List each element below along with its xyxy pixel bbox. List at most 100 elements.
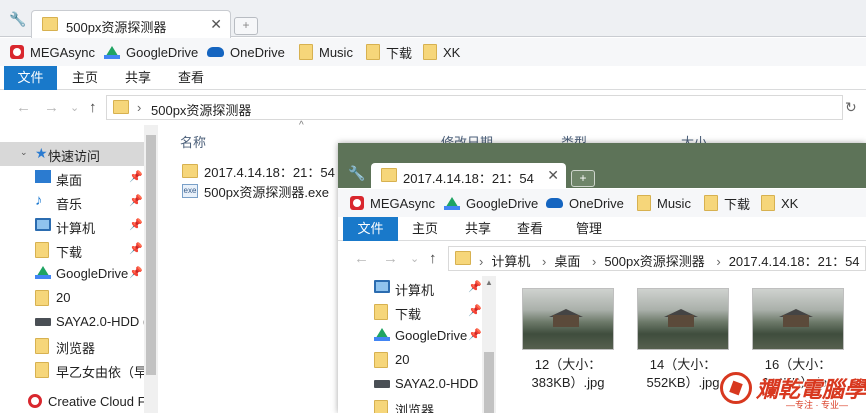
chevron-down-icon[interactable]: ⌄ (70, 101, 79, 114)
watermark-slogan: —专注 · 专业— (786, 400, 848, 410)
image-thumbnail[interactable]: 14（大小： 552KB）.jpg (637, 288, 729, 392)
folder-icon (113, 100, 129, 114)
sidebar-scrollbar[interactable]: ▲ (482, 276, 496, 413)
tab-share[interactable]: 共享 (113, 66, 163, 90)
sidebar-scrollbar[interactable] (144, 125, 158, 413)
bookmark-downloads[interactable]: 下载 (704, 194, 750, 212)
wrench-icon[interactable]: 🔧 (9, 11, 26, 27)
new-tab-button[interactable]: + (234, 17, 258, 35)
new-tab-button[interactable]: + (571, 170, 595, 187)
chevron-down-icon[interactable]: ⌄ (410, 252, 419, 265)
wrench-icon[interactable]: 🔧 (348, 165, 365, 182)
sidebar-item-downloads[interactable]: 下载 📌 (0, 238, 144, 262)
breadcrumb-item[interactable]: 2017.4.14.18：21：54 (729, 254, 860, 269)
forward-arrow-icon[interactable]: → (44, 99, 59, 116)
close-icon[interactable]: ✕ (210, 16, 222, 33)
bookmark-onedrive[interactable]: OneDrive (207, 43, 285, 61)
tab-home[interactable]: 主页 (60, 66, 110, 90)
sidebar-item-20[interactable]: 20 (0, 286, 144, 310)
pin-icon[interactable]: 📌 (129, 194, 143, 207)
pin-icon[interactable]: 📌 (129, 218, 143, 231)
bookmark-downloads[interactable]: 下载 (366, 43, 412, 61)
sidebar-item-googledrive[interactable]: GoogleDrive 📌 (338, 324, 482, 348)
sidebar-item-computer[interactable]: 计算机 📌 (338, 276, 482, 300)
breadcrumb-separator: › (716, 254, 721, 269)
up-arrow-icon[interactable]: ↑ (89, 99, 97, 116)
google-drive-icon (444, 196, 460, 210)
back-arrow-icon[interactable]: ← (354, 250, 369, 267)
sidebar-item-computer[interactable]: 计算机 📌 (0, 214, 144, 238)
tab-home[interactable]: 主页 (400, 217, 450, 241)
pin-icon[interactable]: 📌 (468, 328, 482, 341)
chevron-down-icon[interactable]: ⌄ (20, 147, 28, 158)
mega-icon (350, 196, 364, 210)
scrollbar-thumb[interactable] (484, 352, 494, 413)
bookmark-onedrive[interactable]: OneDrive (546, 194, 624, 212)
sidebar-item-quick-access[interactable]: ⌄ ★ 快速访问 (0, 142, 144, 166)
scrollbar-thumb[interactable] (146, 135, 156, 375)
sidebar-item-label: GoogleDrive (395, 328, 468, 343)
up-arrow-icon[interactable]: ↑ (429, 250, 437, 267)
column-header-name[interactable]: 名称 (180, 132, 206, 151)
sidebar-item-saya-hdd[interactable]: SAYA2.0-HDD ( (338, 372, 482, 396)
address-bar[interactable]: › 500px资源探测器 (106, 95, 843, 120)
scroll-up-icon[interactable]: ▲ (485, 278, 493, 287)
pin-icon[interactable]: 📌 (129, 242, 143, 255)
sidebar-item-browser[interactable]: 浏览器 (0, 334, 144, 358)
bookmark-megasync[interactable]: MEGAsync (10, 43, 95, 61)
sidebar-item-label: 快速访问 (48, 149, 101, 164)
tab-view[interactable]: 查看 (505, 217, 555, 241)
bookmark-music[interactable]: Music (299, 43, 353, 61)
bookmark-label: Music (657, 195, 691, 211)
tab-file[interactable]: 文件 (4, 66, 57, 90)
tab-manage[interactable]: 管理 (564, 217, 614, 241)
breadcrumb-item[interactable]: 500px资源探测器 (604, 254, 704, 269)
tab-active[interactable]: 500px资源探测器 ✕ (31, 10, 231, 38)
tab-active[interactable]: 2017.4.14.18：21：54 ✕ (371, 163, 566, 189)
close-icon[interactable]: ✕ (547, 167, 559, 184)
file-row[interactable]: exe 500px资源探测器.exe (182, 181, 329, 201)
pin-icon[interactable]: 📌 (129, 170, 143, 183)
bookmark-xk[interactable]: XK (761, 194, 798, 212)
sidebar-item-music[interactable]: ♪ 音乐 📌 (0, 190, 144, 214)
image-thumbnail[interactable]: 12（大小： 383KB）.jpg (522, 288, 614, 392)
file-name: 2017.4.14.18：21：54 (204, 164, 335, 180)
pin-icon[interactable]: 📌 (468, 280, 482, 293)
breadcrumb-separator: › (591, 254, 597, 269)
pin-icon[interactable]: 📌 (129, 266, 143, 279)
pin-icon[interactable]: 📌 (468, 304, 482, 317)
tab-view[interactable]: 查看 (166, 66, 216, 90)
sidebar-item-googledrive[interactable]: GoogleDrive 📌 (0, 262, 144, 286)
music-icon: ♪ (35, 192, 43, 209)
tab-share[interactable]: 共享 (453, 217, 503, 241)
image-preview (752, 288, 844, 350)
address-bar[interactable]: › 计算机 › 桌面 › 500px资源探测器 › 2017.4.14.18：21：54 (448, 246, 866, 271)
computer-icon (374, 280, 390, 293)
file-row[interactable]: 2017.4.14.18：21：54 (182, 161, 335, 181)
bookmark-xk[interactable]: XK (423, 43, 460, 61)
folder-icon (35, 362, 49, 378)
breadcrumb-item[interactable]: 桌面 (554, 254, 580, 269)
back-arrow-icon[interactable]: ← (16, 99, 31, 116)
sidebar-item-browser[interactable]: 浏览器 (338, 396, 482, 413)
sidebar-item-saotome[interactable]: 早乙女由依（早 (0, 358, 144, 382)
sidebar-item-downloads[interactable]: 下载 📌 (338, 300, 482, 324)
bookmarks-bar: MEGAsync GoogleDrive OneDrive Music 下载 X… (338, 189, 866, 217)
sidebar-item-creative-cloud[interactable]: Creative Cloud F (0, 390, 144, 413)
bookmark-googledrive[interactable]: GoogleDrive (444, 194, 538, 212)
refresh-icon[interactable]: ↻ (845, 99, 857, 116)
sidebar-item-saya-hdd[interactable]: SAYA2.0-HDD ( (0, 310, 144, 334)
tab-file[interactable]: 文件 (343, 217, 398, 241)
bookmark-label: Music (319, 44, 353, 60)
folder-icon (182, 164, 198, 178)
bookmark-label: XK (443, 44, 461, 60)
forward-arrow-icon[interactable]: → (383, 250, 398, 267)
sidebar-item-desktop[interactable]: 桌面 📌 (0, 166, 144, 190)
bookmark-megasync[interactable]: MEGAsync (350, 194, 435, 212)
sidebar-item-label: 下载 (56, 245, 83, 260)
breadcrumb[interactable]: 500px资源探测器 (151, 100, 251, 119)
bookmark-googledrive[interactable]: GoogleDrive (104, 43, 198, 61)
breadcrumb-item[interactable]: 计算机 (491, 254, 530, 269)
sidebar-item-20[interactable]: 20 (338, 348, 482, 372)
bookmark-music[interactable]: Music (637, 194, 691, 212)
